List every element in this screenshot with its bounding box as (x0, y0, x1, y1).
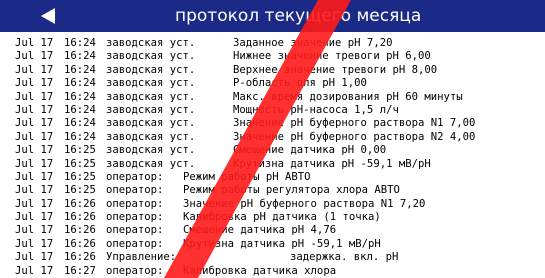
log-source: заводская уст. (106, 77, 196, 90)
log-source: заводская уст. (106, 117, 196, 130)
log-row: Jul 17 16:24 заводская уст. Макс. время доз… (0, 91, 545, 104)
log-time: 16:24 (64, 90, 96, 103)
log-source: оператор: (106, 170, 164, 183)
log-time: 16:24 (64, 130, 96, 143)
log-row: Jul 17 16:25 оператор: Режим работы регулят… (0, 184, 545, 197)
log-source: заводская уст. (106, 37, 196, 49)
log-date: Jul 17 (15, 77, 54, 90)
log-message: Крутизна датчика pH -59,1 мВ/pH (233, 157, 431, 170)
log-date: Jul 17 (15, 224, 54, 237)
log-time: 16:26 (64, 224, 96, 237)
log-message: Значение pH буферного раствора N1 7,20 (183, 197, 426, 210)
log-message: Значение pH буферного раствора N2 4,00 (233, 130, 476, 143)
log-date: Jul 17 (15, 117, 54, 130)
log-row: Jul 17 16:24 заводская уст. Верхнее значени… (0, 64, 545, 77)
log-time: 16:24 (64, 77, 96, 90)
log-row: Jul 17 16:24 заводская уст. Нижнее значение… (0, 50, 545, 63)
log-message: Режим работы pH АВТО (183, 170, 311, 183)
log-date: Jul 17 (15, 90, 54, 103)
log-date: Jul 17 (15, 130, 54, 143)
log-time: 16:24 (64, 37, 96, 49)
log-message: задержка. вкл. pH (290, 251, 399, 264)
log-time: 16:24 (64, 103, 96, 116)
log-date: Jul 17 (15, 251, 54, 264)
log-row: Jul 17 16:25 заводская уст. Смещение датчик… (0, 144, 545, 157)
page-title: протокол текущего месяца (175, 6, 422, 26)
log-source: заводская уст. (106, 144, 196, 157)
log-message: Нижнее значение тревоги pH 6,00 (233, 50, 431, 63)
log-row: Jul 17 16:26 оператор: Смещение датчика pH … (0, 224, 545, 237)
log-time: 16:25 (64, 144, 96, 157)
log-date: Jul 17 (15, 37, 54, 49)
log-time: 16:24 (64, 50, 96, 63)
log-source: заводская уст. (106, 130, 196, 143)
log-source: Управление: (106, 251, 177, 264)
log-source: оператор: (106, 197, 164, 210)
log-row: Jul 17 16:24 заводская уст. Заданное значен… (0, 37, 545, 50)
log-message: Калибровка датчика хлора (183, 264, 337, 277)
log-date: Jul 17 (15, 237, 54, 250)
log-message: Мощность pH-насоса 1,5 л/ч (233, 103, 399, 116)
log-time: 16:24 (64, 63, 96, 76)
log-time: 16:25 (64, 184, 96, 197)
log-message: Калибровка pH датчика (1 точка) (183, 211, 381, 224)
log-date: Jul 17 (15, 103, 54, 116)
log-time: 16:26 (64, 251, 96, 264)
log-message: Верхнее значение тревоги pH 8,00 (233, 63, 438, 76)
log-date: Jul 17 (15, 184, 54, 197)
log-row: Jul 17 16:24 заводская уст. P-область для p… (0, 77, 545, 90)
log-time: 16:26 (64, 211, 96, 224)
log-time: 16:26 (64, 197, 96, 210)
log-source: оператор: (106, 264, 164, 277)
log-message: Режим работы регулятора хлора АВТО (183, 184, 400, 197)
log-date: Jul 17 (15, 170, 54, 183)
log-row: Jul 17 16:26 оператор: Значение pH буферног… (0, 198, 545, 211)
log-message: Заданное значение pH 7,20 (233, 37, 393, 49)
log-source: оператор: (106, 237, 164, 250)
log-message: Макс. время дозирования pH 60 минуты (233, 90, 463, 103)
log-message: P-область для pH 1,00 (233, 77, 367, 90)
log-message: Смещение датчика pH 4,76 (183, 224, 337, 237)
log-time: 16:27 (64, 264, 96, 277)
log-row: Jul 17 16:25 оператор: Режим работы pH АВТО (0, 171, 545, 184)
log-time: 16:25 (64, 170, 96, 183)
back-arrow-icon[interactable] (41, 8, 55, 24)
log-source: заводская уст. (106, 103, 196, 116)
log-row: Jul 17 16:27 оператор: Калибровка датчика х… (0, 265, 545, 278)
log-message: Смещение датчика pH 0,00 (233, 144, 387, 157)
log-message: Значение pH буферного раствора N1 7,00 (233, 117, 476, 130)
log-row: Jul 17 16:24 заводская уст. Мощность pH-нас… (0, 104, 545, 117)
log-date: Jul 17 (15, 50, 54, 63)
log-row: Jul 17 16:26 оператор: Крутизна датчика pH … (0, 238, 545, 251)
log-row: Jul 17 16:26 оператор: Калибровка pH датчик… (0, 211, 545, 224)
log-source: оператор: (106, 184, 164, 197)
log-time: 16:24 (64, 117, 96, 130)
log-row: Jul 17 16:25 заводская уст. Крутизна датчик… (0, 158, 545, 171)
header-bar: протокол текущего месяца (0, 0, 545, 32)
log-source: оператор: (106, 211, 164, 224)
log-date: Jul 17 (15, 211, 54, 224)
log-time: 16:26 (64, 237, 96, 250)
log-row: Jul 17 16:24 заводская уст. Значение pH буф… (0, 117, 545, 130)
log-source: заводская уст. (106, 90, 196, 103)
log-source: заводская уст. (106, 157, 196, 170)
log-source: заводская уст. (106, 63, 196, 76)
log-date: Jul 17 (15, 197, 54, 210)
event-log-list[interactable]: Jul 17 16:24 заводская уст. Заданное значен… (0, 37, 545, 278)
log-date: Jul 17 (15, 144, 54, 157)
log-source: оператор: (106, 224, 164, 237)
log-date: Jul 17 (15, 63, 54, 76)
log-row: Jul 17 16:26 Управление: задержка. вкл. pH (0, 251, 545, 264)
log-date: Jul 17 (15, 157, 54, 170)
log-source: заводская уст. (106, 50, 196, 63)
log-time: 16:25 (64, 157, 96, 170)
log-date: Jul 17 (15, 264, 54, 277)
log-message: Крутизна датчика pH -59,1 мВ/pH (183, 237, 381, 250)
log-row: Jul 17 16:24 заводская уст. Значение pH буф… (0, 131, 545, 144)
